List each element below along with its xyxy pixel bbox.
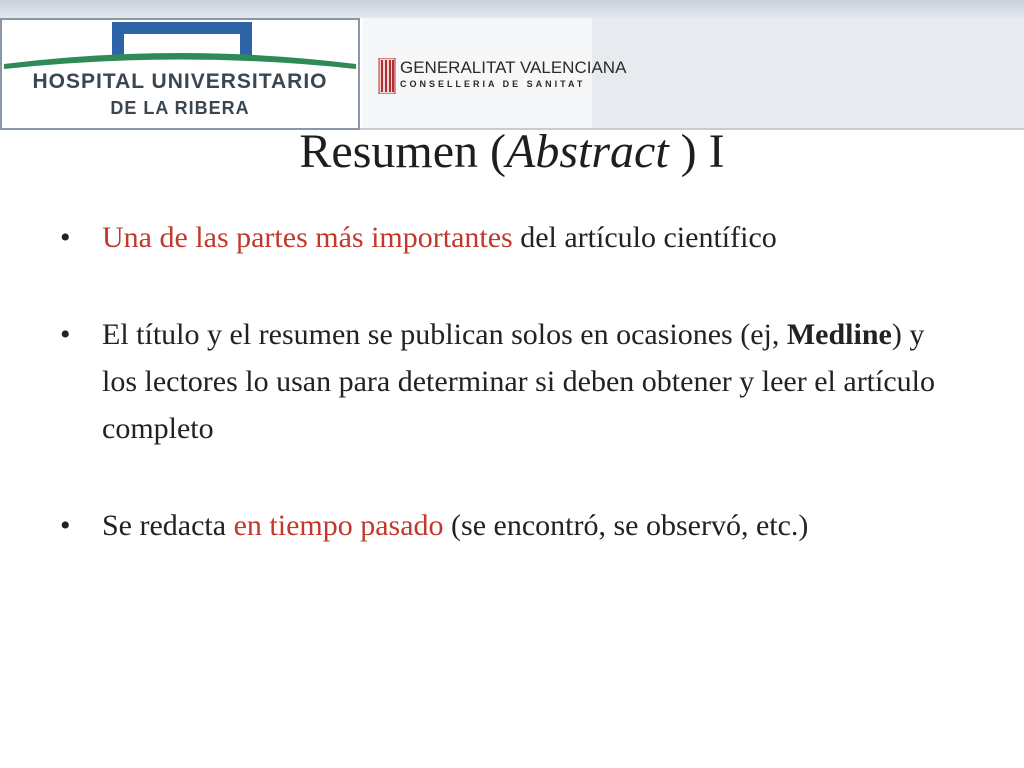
title-tail: ) I xyxy=(668,125,725,178)
bullet-3-highlight: en tiempo pasado xyxy=(233,509,444,542)
header-right-panel xyxy=(592,18,1024,130)
bullet-1-text: del artículo científico xyxy=(512,221,777,254)
bullet-3-text-a: Se redacta xyxy=(102,509,234,542)
bullet-2-text-a: El título y el resumen se publican solos… xyxy=(102,318,787,351)
hospital-name-line1: Hospital Universitario xyxy=(32,70,328,93)
bullet-item-1: • Una de las partes más importantes del … xyxy=(60,214,960,261)
hospital-name-line2: de La Ribera xyxy=(110,98,250,118)
bullet-item-3: • Se redacta en tiempo pasado (se encont… xyxy=(60,502,960,549)
hospital-logo: Hospital Universitario de La Ribera xyxy=(0,18,360,130)
coat-of-arms-icon xyxy=(378,58,396,94)
bullet-1-highlight: Una de las partes más importantes xyxy=(102,221,513,254)
bullet-item-2: • El título y el resumen se publican sol… xyxy=(60,311,960,452)
conselleria-name: CONSELLERIA DE SANITAT xyxy=(400,79,586,89)
generalitat-logo: GENERALITAT VALENCIANA CONSELLERIA DE SA… xyxy=(378,56,626,100)
bullet-2-bold: Medline xyxy=(786,318,892,351)
bullet-list: • Una de las partes más importantes del … xyxy=(60,214,960,549)
bullet-dot-icon: • xyxy=(60,509,71,542)
title-main: Resumen ( xyxy=(299,125,506,178)
title-italic: Abstract xyxy=(506,125,669,178)
header-top-strip xyxy=(0,0,1024,18)
bullet-dot-icon: • xyxy=(60,221,71,254)
generalitat-name: GENERALITAT VALENCIANA xyxy=(400,58,627,77)
bullet-3-text-b: (se encontró, se observó, etc.) xyxy=(443,509,809,542)
slide-title: Resumen (Abstract ) I xyxy=(0,122,1024,182)
bullet-dot-icon: • xyxy=(60,318,71,351)
